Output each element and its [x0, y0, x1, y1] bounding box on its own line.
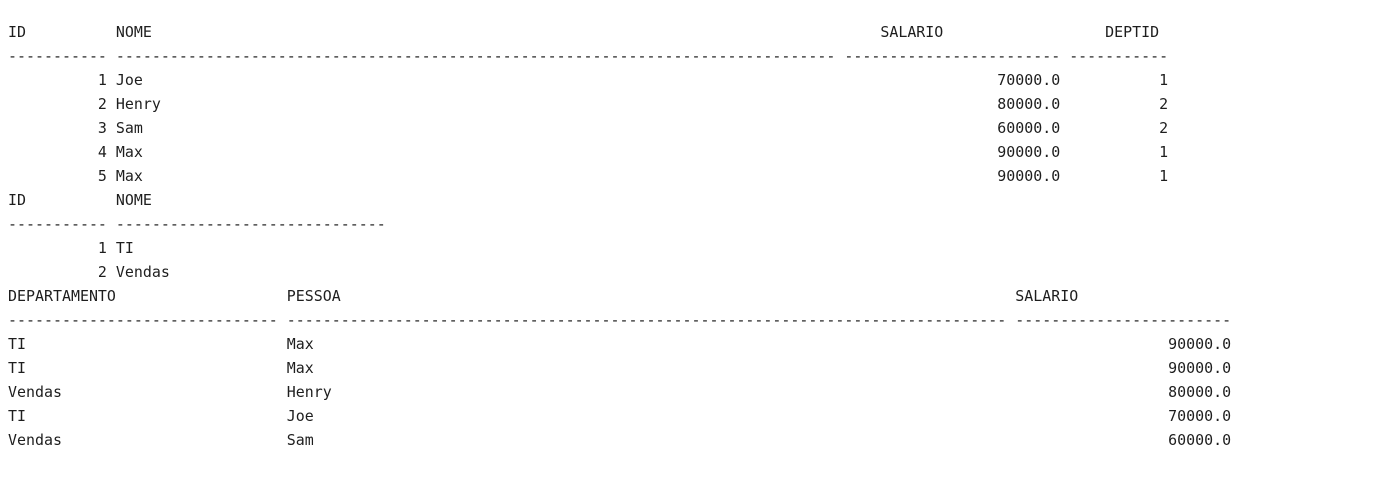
employee-table-separator: ----------- ----------------------------… — [8, 47, 1169, 65]
result-table-header: DEPARTAMENTO PESSOA SALARIO — [8, 287, 1079, 305]
result-table-separator: ------------------------------ ---------… — [8, 311, 1232, 329]
employee-row: 4 Max 90000.0 1 — [8, 143, 1169, 161]
result-row: TI Max 90000.0 — [8, 335, 1232, 353]
result-row: TI Max 90000.0 — [8, 359, 1232, 377]
employee-table-header: ID NOME SALARIO DEPTID — [8, 23, 1160, 41]
result-row: Vendas Henry 80000.0 — [8, 383, 1232, 401]
result-row: TI Joe 70000.0 — [8, 407, 1232, 425]
department-row: 1 TI — [8, 239, 134, 257]
department-row: 2 Vendas — [8, 263, 170, 281]
employee-row: 1 Joe 70000.0 1 — [8, 71, 1169, 89]
query-output: ID NOME SALARIO DEPTID ----------- ------… — [8, 20, 1231, 452]
employee-row: 3 Sam 60000.0 2 — [8, 119, 1169, 137]
department-table-header: ID NOME — [8, 191, 152, 209]
employee-row: 2 Henry 80000.0 2 — [8, 95, 1169, 113]
result-row: Vendas Sam 60000.0 — [8, 431, 1232, 449]
employee-row: 5 Max 90000.0 1 — [8, 167, 1169, 185]
department-table-separator: ----------- ----------------------------… — [8, 215, 386, 233]
